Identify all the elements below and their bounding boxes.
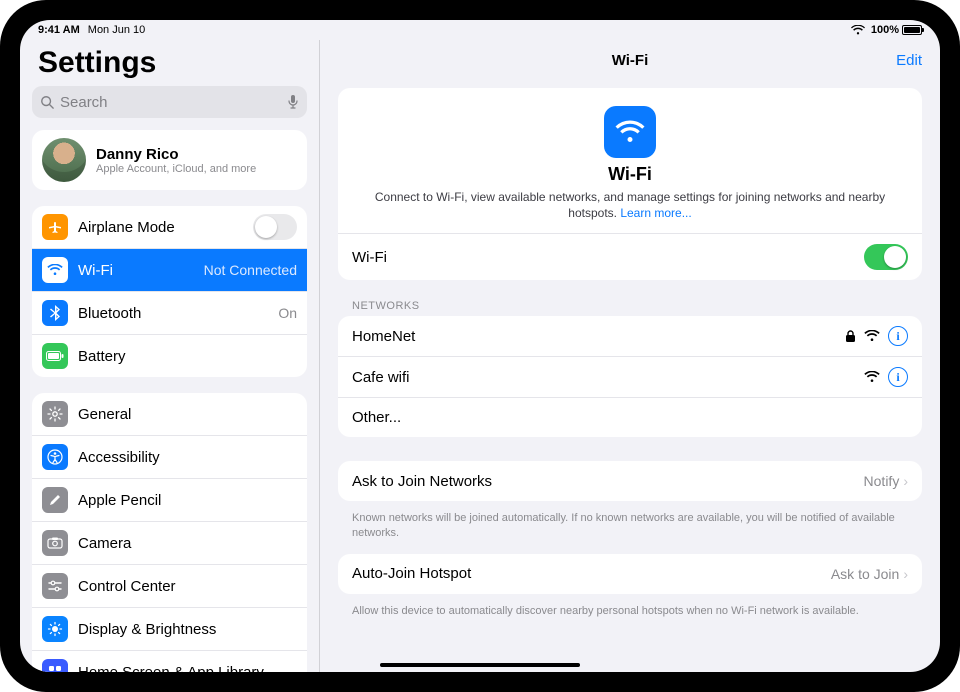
detail-title: Wi-Fi — [612, 52, 649, 69]
detail-pane: Wi-Fi Edit Wi-Fi Connect to Wi-Fi, view … — [320, 40, 940, 672]
wifi-toggle-label: Wi-Fi — [352, 249, 387, 266]
info-icon[interactable]: i — [888, 367, 908, 387]
sidebar-label: Control Center — [78, 578, 176, 595]
wifi-icon — [851, 25, 865, 35]
sidebar-label: Battery — [78, 348, 126, 365]
networks-group: HomeNet i — [338, 316, 922, 437]
sliders-icon — [42, 573, 68, 599]
mic-icon[interactable] — [287, 94, 299, 110]
bluetooth-status: On — [278, 305, 297, 321]
other-network-row[interactable]: Other... — [338, 397, 922, 437]
ask-to-join-row[interactable]: Ask to Join Networks Notify › — [338, 461, 922, 501]
auto-join-hotspot-row[interactable]: Auto-Join Hotspot Ask to Join › — [338, 554, 922, 594]
chevron-right-icon: › — [903, 473, 908, 489]
sidebar-group-general: General Accessibility Apple Pencil — [32, 393, 307, 672]
sidebar-item-camera[interactable]: Camera — [32, 521, 307, 564]
sidebar-label: Accessibility — [78, 449, 160, 466]
edit-button[interactable]: Edit — [896, 52, 922, 69]
settings-sidebar: Settings Search Danny Rico — [20, 40, 320, 672]
sidebar-label: Home Screen & App Library — [78, 664, 264, 673]
status-time: 9:41 AM — [38, 24, 80, 36]
wifi-toggle[interactable] — [864, 244, 908, 270]
detail-navbar: Wi-Fi Edit — [320, 40, 940, 80]
sidebar-label: Camera — [78, 535, 131, 552]
sidebar-label: Apple Pencil — [78, 492, 161, 509]
accessibility-icon — [42, 444, 68, 470]
sidebar-item-display[interactable]: Display & Brightness — [32, 607, 307, 650]
lock-icon — [845, 330, 856, 343]
sidebar-label: Bluetooth — [78, 305, 141, 322]
airplane-icon — [42, 214, 68, 240]
battery-percent: 100% — [871, 24, 899, 36]
status-bar: 9:41 AM Mon Jun 10 100% — [20, 20, 940, 40]
ask-join-value: Notify — [864, 473, 900, 489]
sidebar-item-homescreen[interactable]: Home Screen & App Library — [32, 650, 307, 672]
network-row[interactable]: HomeNet i — [338, 316, 922, 356]
search-field[interactable]: Search — [32, 86, 307, 118]
network-name: Cafe wifi — [352, 369, 410, 386]
search-placeholder: Search — [60, 94, 108, 111]
gear-icon — [42, 401, 68, 427]
wifi-icon — [42, 257, 68, 283]
brightness-icon — [42, 616, 68, 642]
status-date: Mon Jun 10 — [88, 24, 145, 36]
page-title: Settings — [38, 46, 307, 80]
sidebar-item-accessibility[interactable]: Accessibility — [32, 435, 307, 478]
hotspot-footer: Allow this device to automatically disco… — [338, 600, 922, 632]
airplane-toggle[interactable] — [253, 214, 297, 240]
sidebar-item-general[interactable]: General — [32, 393, 307, 435]
chevron-right-icon: › — [903, 566, 908, 582]
hotspot-value: Ask to Join — [831, 566, 899, 582]
sidebar-item-bluetooth[interactable]: Bluetooth On — [32, 291, 307, 334]
battery-indicator: 100% — [871, 24, 922, 36]
account-name: Danny Rico — [96, 146, 256, 163]
avatar — [42, 138, 86, 182]
sidebar-item-pencil[interactable]: Apple Pencil — [32, 478, 307, 521]
learn-more-link[interactable]: Learn more... — [620, 206, 691, 220]
ask-join-label: Ask to Join Networks — [352, 473, 492, 490]
home-indicator[interactable] — [380, 663, 580, 667]
bluetooth-icon — [42, 300, 68, 326]
pencil-icon — [42, 487, 68, 513]
network-name: HomeNet — [352, 328, 415, 345]
search-icon — [40, 95, 54, 109]
ask-join-group: Ask to Join Networks Notify › — [338, 461, 922, 501]
sidebar-item-control-center[interactable]: Control Center — [32, 564, 307, 607]
account-subtitle: Apple Account, iCloud, and more — [96, 163, 256, 175]
wifi-hero-icon — [604, 106, 656, 158]
wifi-status: Not Connected — [204, 262, 297, 278]
camera-icon — [42, 530, 68, 556]
network-row[interactable]: Cafe wifi i — [338, 356, 922, 397]
other-label: Other... — [352, 409, 401, 426]
sidebar-label: Display & Brightness — [78, 621, 216, 638]
hero-title: Wi-Fi — [368, 164, 892, 185]
sidebar-label: Airplane Mode — [78, 219, 175, 236]
sidebar-group-connectivity: Airplane Mode Wi-Fi Not Connected — [32, 206, 307, 377]
hotspot-label: Auto-Join Hotspot — [352, 565, 471, 582]
sidebar-label: General — [78, 406, 131, 423]
sidebar-item-wifi[interactable]: Wi-Fi Not Connected — [32, 248, 307, 291]
sidebar-label: Wi-Fi — [78, 262, 113, 279]
sidebar-item-airplane[interactable]: Airplane Mode — [32, 206, 307, 248]
hero-subtitle: Connect to Wi-Fi, view available network… — [368, 189, 892, 221]
wifi-toggle-row[interactable]: Wi-Fi — [338, 233, 922, 280]
auto-hotspot-group: Auto-Join Hotspot Ask to Join › — [338, 554, 922, 594]
wifi-signal-icon — [864, 371, 880, 383]
ipad-frame: 9:41 AM Mon Jun 10 100% Settings — [0, 0, 960, 692]
account-card[interactable]: Danny Rico Apple Account, iCloud, and mo… — [32, 130, 307, 190]
battery-icon — [42, 343, 68, 369]
networks-header: Networks — [352, 300, 922, 312]
ask-join-footer: Known networks will be joined automatica… — [338, 507, 922, 554]
info-icon[interactable]: i — [888, 326, 908, 346]
wifi-hero-card: Wi-Fi Connect to Wi-Fi, view available n… — [338, 88, 922, 280]
sidebar-item-battery[interactable]: Battery — [32, 334, 307, 377]
grid-icon — [42, 659, 68, 672]
wifi-signal-icon — [864, 330, 880, 342]
